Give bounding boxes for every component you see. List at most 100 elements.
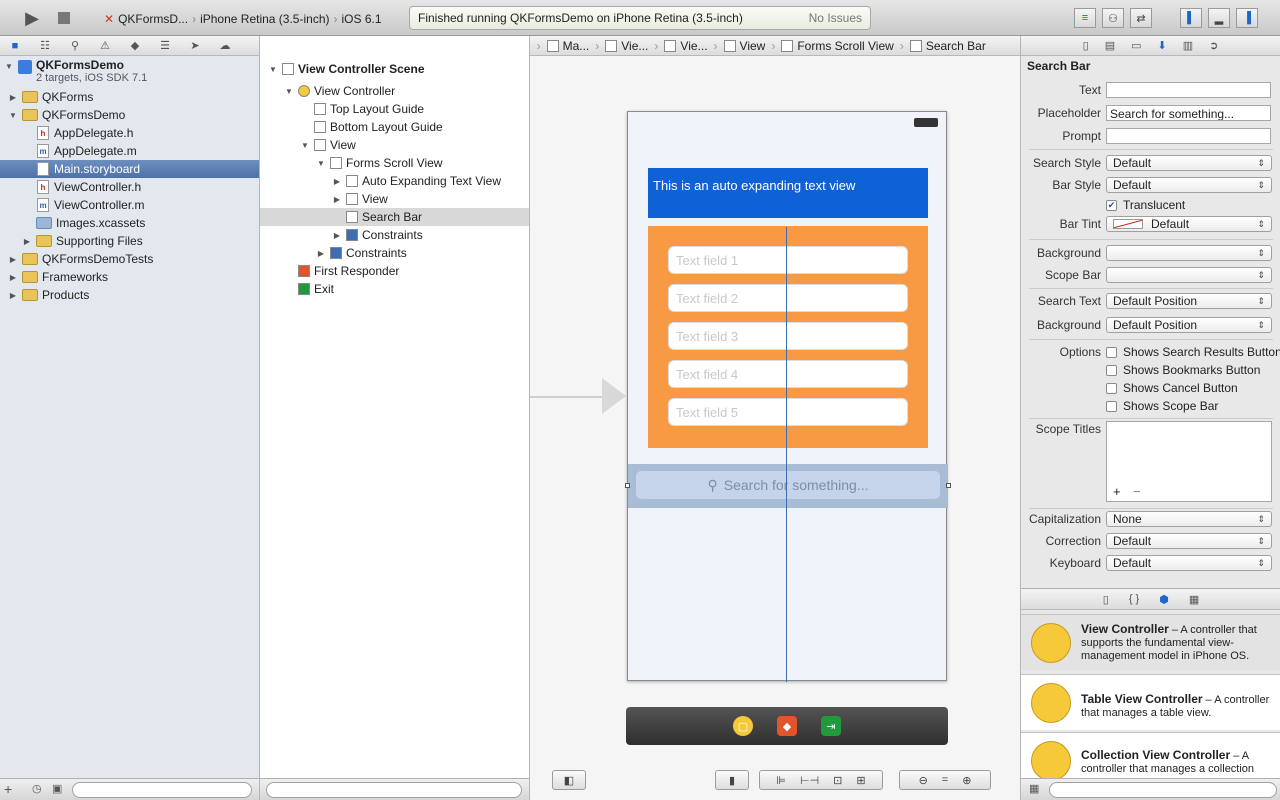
outline-filter-input[interactable] bbox=[266, 782, 522, 798]
pin-icon[interactable]: ⊢⊣ bbox=[800, 774, 819, 787]
bar-style-popup[interactable]: Default bbox=[1106, 177, 1272, 193]
breadcrumb-item[interactable]: Vie... bbox=[621, 39, 648, 53]
connections-inspector-icon[interactable]: ➲ bbox=[1209, 39, 1218, 52]
toggle-navigator-button[interactable]: ▌ bbox=[1180, 8, 1202, 28]
align-icon[interactable]: ⊫ bbox=[776, 774, 786, 787]
capitalization-popup[interactable]: None bbox=[1106, 511, 1272, 527]
add-icon[interactable]: + bbox=[1113, 484, 1121, 499]
text-input[interactable] bbox=[1106, 82, 1271, 98]
outline-item[interactable]: ▶ Auto Expanding Text View bbox=[260, 172, 529, 190]
text-field-5[interactable]: Text field 5 bbox=[668, 398, 908, 426]
resizing-icon[interactable]: ⊞ bbox=[856, 774, 865, 787]
exit-icon[interactable]: ⇥ bbox=[821, 716, 841, 736]
scope-bar-image-combo[interactable] bbox=[1106, 267, 1272, 283]
translucent-checkbox[interactable]: ✔ Translucent bbox=[1106, 198, 1185, 212]
resize-handle-left[interactable] bbox=[625, 483, 630, 488]
outline-item[interactable]: ▼ View Controller bbox=[260, 82, 529, 100]
file-inspector-icon[interactable]: ▯ bbox=[1083, 39, 1089, 52]
zoom-out-icon[interactable]: ⊖ bbox=[919, 774, 928, 787]
first-responder-icon[interactable]: ◆ bbox=[777, 716, 797, 736]
attributes-inspector-icon[interactable]: ⬇ bbox=[1158, 39, 1167, 52]
disclosure-closed-icon[interactable]: ▶ bbox=[332, 195, 342, 204]
outline-item[interactable]: ▶ View bbox=[260, 190, 529, 208]
add-icon[interactable]: + bbox=[4, 781, 12, 797]
outline-item[interactable]: Exit bbox=[260, 280, 529, 298]
resolve-icon[interactable]: ⊡ bbox=[833, 774, 842, 787]
search-bar-field[interactable]: ⚲ Search for something... bbox=[636, 471, 940, 499]
forms-view[interactable]: Text field 1 Text field 2 Text field 3 T… bbox=[648, 226, 928, 448]
hierarchy-icon[interactable]: ☷ bbox=[30, 39, 60, 52]
run-button[interactable]: ▶ bbox=[18, 6, 46, 30]
outline-item[interactable]: ▼ Forms Scroll View bbox=[260, 154, 529, 172]
assistant-editor-button[interactable]: ⚇ bbox=[1102, 8, 1124, 28]
stop-button[interactable] bbox=[52, 6, 76, 30]
breadcrumb-item[interactable]: View bbox=[740, 39, 766, 53]
navigator-item[interactable]: ▼ QKFormsDemo bbox=[0, 106, 259, 124]
correction-popup[interactable]: Default bbox=[1106, 533, 1272, 549]
library-item-collection-view-controller[interactable]: Collection View Controller – A controlle… bbox=[1021, 732, 1280, 781]
scope-titles-list[interactable]: + − bbox=[1106, 421, 1272, 502]
search-style-popup[interactable]: Default bbox=[1106, 155, 1272, 171]
disclosure-open-icon[interactable]: ▼ bbox=[316, 159, 326, 168]
storyboard-canvas[interactable]: This is an auto expanding text view Text… bbox=[530, 56, 1020, 800]
breadcrumb-item[interactable]: Forms Scroll View bbox=[797, 39, 893, 53]
iphone-scene[interactable]: This is an auto expanding text view Text… bbox=[625, 111, 951, 682]
resize-handle-right[interactable] bbox=[946, 483, 951, 488]
option-cancel-checkbox[interactable]: Shows Cancel Button bbox=[1106, 381, 1238, 395]
navigator-item[interactable]: ▶ Products bbox=[0, 286, 259, 304]
library-filter-input[interactable] bbox=[1049, 782, 1277, 798]
standard-editor-button[interactable]: ≡ bbox=[1074, 8, 1096, 28]
outline-item[interactable]: ▶ Constraints bbox=[260, 226, 529, 244]
navigator-item[interactable]: h ViewController.h bbox=[0, 178, 259, 196]
search-text-popup[interactable]: Default Position bbox=[1106, 293, 1272, 309]
library-item-view-controller[interactable]: View Controller – A controller that supp… bbox=[1021, 614, 1280, 670]
breadcrumb-item[interactable]: Vie... bbox=[680, 39, 707, 53]
breakpoint-icon[interactable]: ➤ bbox=[180, 39, 210, 52]
toggle-debug-button[interactable]: ▂ bbox=[1208, 8, 1230, 28]
file-template-icon[interactable]: ▯ bbox=[1103, 593, 1109, 606]
zoom-in-icon[interactable]: ⊕ bbox=[962, 774, 971, 787]
grid-view-icon[interactable]: ▦ bbox=[1029, 782, 1039, 795]
option-bookmarks-checkbox[interactable]: Shows Bookmarks Button bbox=[1106, 363, 1260, 377]
toggle-outline-button[interactable]: ◧ bbox=[552, 770, 586, 790]
keyboard-popup[interactable]: Default bbox=[1106, 555, 1272, 571]
library-item-table-view-controller[interactable]: Table View Controller – A controller tha… bbox=[1021, 674, 1280, 730]
disclosure-open-icon[interactable]: ▼ bbox=[4, 62, 14, 71]
navigator-item[interactable]: Main.storyboard bbox=[0, 160, 259, 178]
disclosure-closed-icon[interactable]: ▶ bbox=[8, 291, 18, 300]
outline-item[interactable]: ▼ View bbox=[260, 136, 529, 154]
disclosure-closed-icon[interactable]: ▶ bbox=[8, 93, 18, 102]
navigator-item[interactable]: h AppDelegate.h bbox=[0, 124, 259, 142]
outline-item[interactable]: First Responder bbox=[260, 262, 529, 280]
outline-item[interactable]: Bottom Layout Guide bbox=[260, 118, 529, 136]
disclosure-closed-icon[interactable]: ▶ bbox=[332, 231, 342, 240]
object-library-icon[interactable]: ⬢ bbox=[1159, 593, 1169, 606]
text-field-2[interactable]: Text field 2 bbox=[668, 284, 908, 312]
breadcrumb-item[interactable]: Search Bar bbox=[926, 39, 986, 53]
navigator-item[interactable]: Images.xcassets bbox=[0, 214, 259, 232]
placeholder-input[interactable]: Search for something... bbox=[1106, 105, 1271, 121]
navigator-item[interactable]: ▶ Frameworks bbox=[0, 268, 259, 286]
navigator-item[interactable]: ▶ QKForms bbox=[0, 88, 259, 106]
search-bar[interactable]: ⚲ Search for something... bbox=[625, 464, 951, 508]
project-root[interactable]: ▼ QKFormsDemo 2 targets, iOS SDK 7.1 bbox=[0, 58, 259, 86]
disclosure-closed-icon[interactable]: ▶ bbox=[332, 177, 342, 186]
search-icon[interactable]: ⚲ bbox=[60, 39, 90, 52]
remove-icon[interactable]: − bbox=[1133, 484, 1141, 499]
scm-icon[interactable]: ▣ bbox=[52, 782, 62, 795]
disclosure-open-icon[interactable]: ▼ bbox=[268, 65, 278, 74]
log-icon[interactable]: ☁ bbox=[210, 39, 240, 52]
option-search-results-checkbox[interactable]: Shows Search Results Button bbox=[1106, 345, 1280, 359]
option-scope-bar-checkbox[interactable]: Shows Scope Bar bbox=[1106, 399, 1218, 413]
navigator-item[interactable]: m AppDelegate.m bbox=[0, 142, 259, 160]
background-image-combo[interactable] bbox=[1106, 245, 1272, 261]
disclosure-closed-icon[interactable]: ▶ bbox=[8, 255, 18, 264]
disclosure-closed-icon[interactable]: ▶ bbox=[316, 249, 326, 258]
code-snippet-icon[interactable]: { } bbox=[1129, 593, 1139, 605]
bar-tint-popup[interactable]: Default bbox=[1106, 216, 1272, 232]
media-library-icon[interactable]: ▦ bbox=[1189, 593, 1199, 606]
outline-item[interactable]: ▼ View Controller Scene bbox=[260, 60, 529, 78]
text-field-3[interactable]: Text field 3 bbox=[668, 322, 908, 350]
breadcrumb-item[interactable]: Ma... bbox=[563, 39, 590, 53]
recent-icon[interactable]: ◷ bbox=[32, 782, 42, 795]
